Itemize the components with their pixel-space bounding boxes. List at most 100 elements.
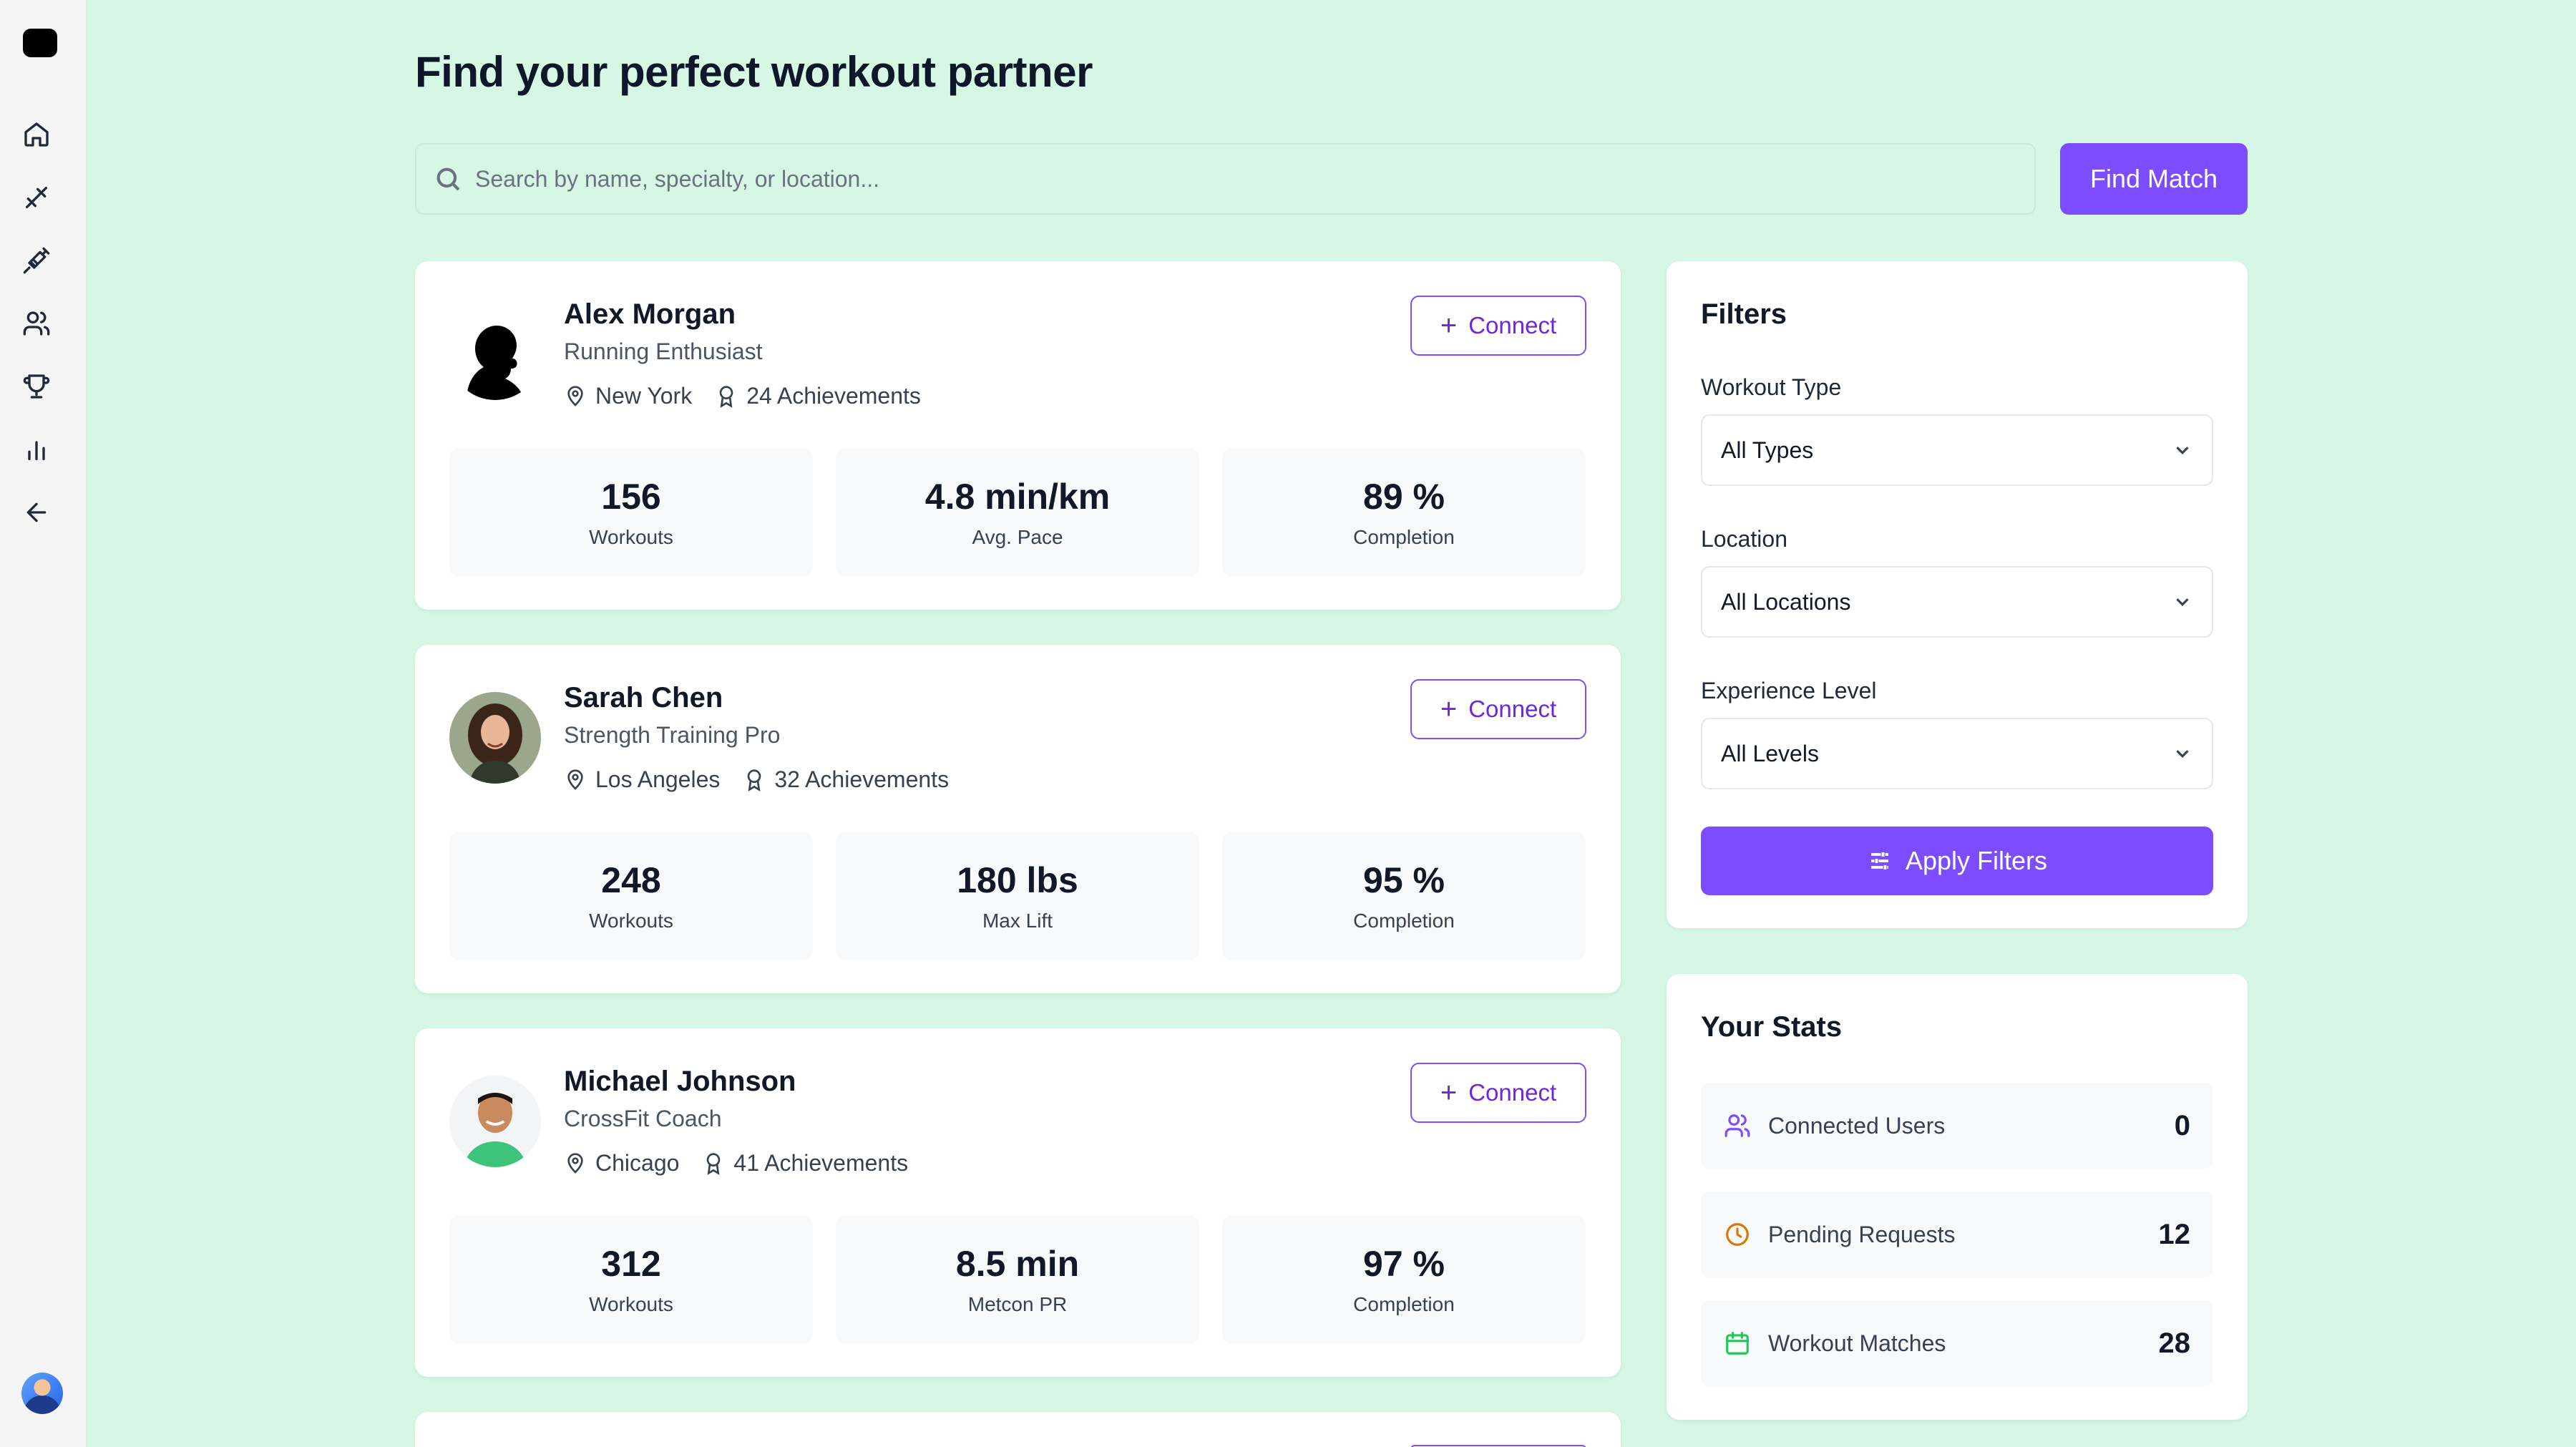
partner-meta: New York 24 Achievements — [564, 383, 921, 409]
sidebar-item-back[interactable] — [20, 496, 53, 529]
partner-card: Alex Morgan Running Enthusiast New York … — [415, 261, 1621, 610]
pending-requests-label: Pending Requests — [1768, 1221, 1956, 1247]
stat-value: 97 % — [1363, 1244, 1445, 1284]
stat-tile: 4.8 min/km Avg. Pace — [836, 449, 1199, 576]
map-pin-icon — [567, 769, 583, 790]
connect-label: Connect — [1468, 312, 1557, 338]
partner-location: Chicago — [595, 1150, 680, 1176]
stat-value: 312 — [601, 1244, 661, 1284]
sidebar-item-partners[interactable] — [20, 307, 53, 340]
stat-value: 180 lbs — [957, 860, 1078, 900]
connect-label: Connect — [1468, 696, 1557, 722]
apply-filters-button[interactable]: Apply Filters — [1701, 827, 2213, 895]
stat-tile: 8.5 min Metcon PR — [836, 1216, 1199, 1343]
workout-type-value: All Types — [1721, 437, 1814, 463]
sidebar-item-stats[interactable] — [20, 433, 53, 466]
avatar — [449, 692, 541, 784]
find-match-button[interactable]: Find Match — [2060, 143, 2248, 215]
bar-chart-icon — [28, 441, 45, 460]
sidebar-item-home[interactable] — [20, 118, 53, 151]
stat-tile: 95 % Completion — [1222, 832, 1586, 960]
page-title: Find your perfect workout partner — [415, 48, 1093, 96]
experience-label: Experience Level — [1701, 678, 1877, 703]
partner-name: Sarah Chen — [564, 682, 723, 713]
sidebar-item-workouts[interactable] — [20, 181, 53, 214]
stat-label: Completion — [1353, 910, 1455, 932]
connect-button[interactable]: + Connect — [1410, 679, 1586, 739]
user-avatar[interactable] — [21, 1373, 63, 1414]
partner-location: New York — [595, 383, 693, 409]
stat-tile: 156 Workouts — [449, 449, 813, 576]
pending-requests-row: Pending Requests 12 — [1701, 1192, 2213, 1277]
pending-requests-value: 12 — [2158, 1218, 2191, 1250]
stat-value: 89 % — [1363, 477, 1445, 517]
plus-icon: + — [1440, 693, 1458, 725]
connect-button[interactable]: + Connect — [1410, 296, 1586, 356]
sidebar-item-nutrition[interactable] — [20, 244, 53, 277]
stat-label: Workouts — [589, 910, 673, 932]
stat-label: Completion — [1353, 526, 1455, 548]
partner-stats: 312 Workouts 8.5 min Metcon PR 97 % Comp… — [449, 1216, 1586, 1343]
syringe-icon — [23, 247, 50, 274]
partner-card — [415, 1412, 1621, 1447]
location-label: Location — [1701, 526, 1787, 552]
stat-label: Max Lift — [982, 910, 1053, 932]
stat-tile: 248 Workouts — [449, 832, 813, 960]
connect-label: Connect — [1468, 1079, 1557, 1106]
award-icon — [719, 385, 733, 408]
stat-label: Workouts — [589, 526, 673, 548]
partner-achievements: 41 Achievements — [733, 1150, 909, 1176]
stat-value: 95 % — [1363, 860, 1445, 900]
home-icon — [24, 122, 49, 147]
location-select[interactable]: All Locations — [1701, 566, 2213, 638]
stat-value: 248 — [601, 860, 661, 900]
workout-matches-label: Workout Matches — [1768, 1330, 1946, 1356]
chevron-down-icon — [2176, 750, 2189, 758]
connected-users-value: 0 — [2174, 1109, 2190, 1141]
avatar — [449, 308, 541, 400]
dumbbell-icon — [26, 187, 48, 208]
stat-value: 8.5 min — [955, 1244, 1080, 1284]
users-icon — [1724, 1114, 1750, 1137]
workout-type-select[interactable]: All Types — [1701, 414, 2213, 486]
stat-label: Workouts — [589, 1293, 673, 1315]
app-root: Find your perfect workout partner Find M… — [0, 0, 2576, 1447]
clock-icon — [1726, 1223, 1749, 1246]
apply-filters-label: Apply Filters — [1905, 846, 2048, 875]
location-value: All Locations — [1721, 588, 1851, 615]
search-input[interactable] — [475, 165, 1978, 193]
users-icon — [23, 311, 50, 336]
partner-meta: Chicago 41 Achievements — [564, 1150, 908, 1176]
stat-tile: 312 Workouts — [449, 1216, 813, 1343]
logo[interactable] — [23, 29, 57, 57]
partner-card: Michael Johnson CrossFit Coach Chicago 4… — [415, 1028, 1621, 1377]
stat-tile: 180 lbs Max Lift — [836, 832, 1199, 960]
partner-name: Michael Johnson — [564, 1066, 796, 1097]
partner-stats: 156 Workouts 4.8 min/km Avg. Pace 89 % C… — [449, 449, 1586, 576]
search-bar[interactable] — [415, 143, 2036, 215]
trophy-icon — [23, 374, 50, 399]
partner-role: Running Enthusiast — [564, 338, 763, 364]
partner-card: Sarah Chen Strength Training Pro Los Ang… — [415, 645, 1621, 993]
your-stats-panel: Your Stats Connected Users 0 Pending Req… — [1667, 974, 2248, 1420]
partner-role: Strength Training Pro — [564, 722, 781, 748]
workout-matches-row: Workout Matches 28 — [1701, 1300, 2213, 1386]
map-pin-icon — [567, 1152, 583, 1174]
partner-achievements: 32 Achievements — [774, 766, 950, 792]
search-icon — [436, 167, 460, 191]
sidebar — [0, 0, 87, 1447]
avatar — [449, 1076, 541, 1167]
stat-label: Avg. Pace — [972, 526, 1063, 548]
workout-matches-value: 28 — [2158, 1327, 2191, 1359]
stat-value: 4.8 min/km — [924, 477, 1111, 517]
filters-panel: Filters Workout Type All Types Location … — [1667, 261, 2248, 928]
connect-button[interactable]: + Connect — [1410, 1063, 1586, 1123]
calendar-icon — [1726, 1332, 1749, 1355]
experience-select[interactable]: All Levels — [1701, 718, 2213, 789]
sliders-icon — [1870, 852, 1888, 869]
arrow-left-icon — [26, 502, 47, 522]
stat-tile: 89 % Completion — [1222, 449, 1586, 576]
stat-tile: 97 % Completion — [1222, 1216, 1586, 1343]
sidebar-item-achievements[interactable] — [20, 370, 53, 403]
award-icon — [707, 1152, 721, 1175]
